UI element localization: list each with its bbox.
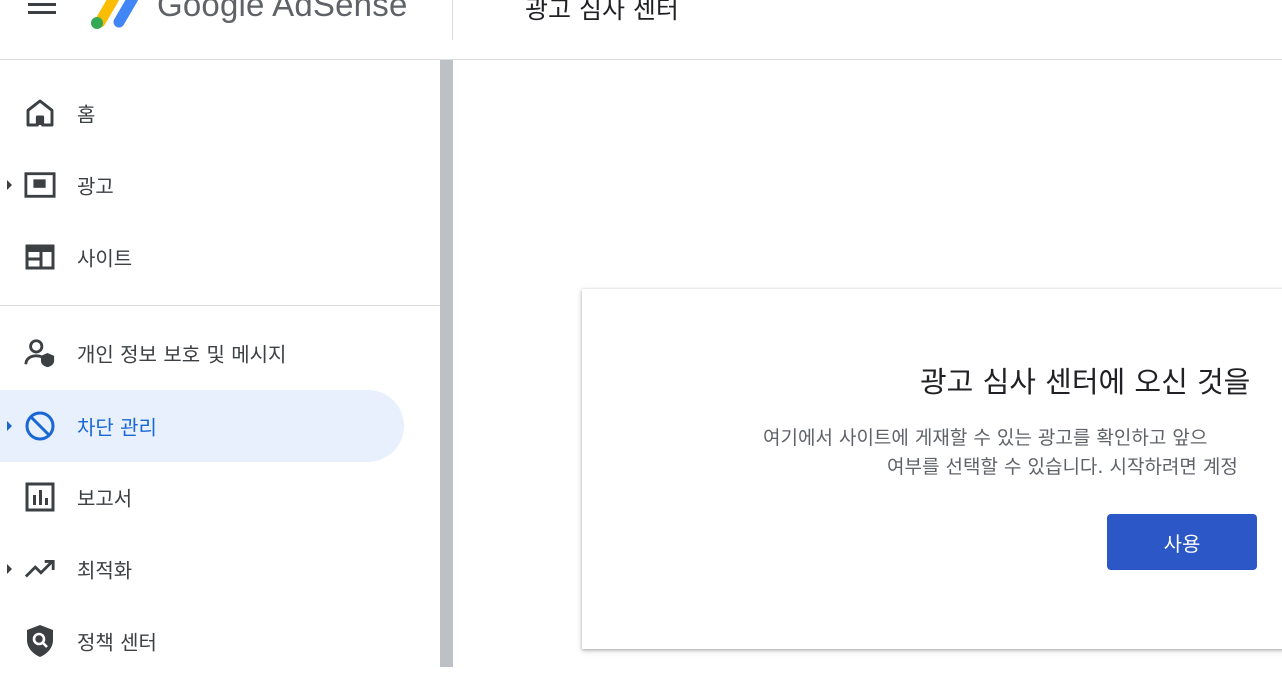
sites-icon — [24, 241, 56, 273]
sidebar-item-optimization[interactable]: 최적화 — [0, 533, 404, 605]
sidebar-divider — [0, 305, 440, 306]
product-name: Google AdSense — [157, 0, 408, 23]
sidebar-item-sites[interactable]: 사이트 — [0, 221, 404, 293]
sidebar-item-label: 사이트 — [77, 246, 133, 271]
sidebar-item-label: 홈 — [77, 102, 96, 127]
sidebar-item-home[interactable]: 홈 — [0, 77, 404, 149]
page-title: 광고 심사 센터 — [525, 0, 679, 24]
main-menu-button[interactable] — [20, 0, 64, 26]
ads-icon — [24, 169, 56, 201]
block-icon — [24, 410, 56, 442]
trending-up-icon — [24, 553, 56, 585]
sidebar-nav: 홈 광고 사이트 개인 정보 보호 및 메시지 차단 관리 보고서 최적화 정책… — [0, 60, 440, 667]
expand-caret-icon[interactable] — [7, 564, 12, 574]
sidebar-item-label: 개인 정보 보호 및 메시지 — [77, 342, 287, 367]
reports-icon — [24, 481, 56, 513]
top-app-bar: Google AdSense 광고 심사 센터 — [0, 0, 1282, 60]
sidebar-item-privacy-messaging[interactable]: 개인 정보 보호 및 메시지 — [0, 317, 404, 389]
policy-shield-icon — [24, 625, 56, 657]
adsense-logo-icon — [91, 0, 139, 29]
sidebar-item-reports[interactable]: 보고서 — [0, 461, 404, 533]
sidebar-item-label: 최적화 — [77, 558, 133, 583]
welcome-card: 광고 심사 센터에 오신 것을 여기에서 사이트에 게재할 수 있는 광고를 확… — [582, 289, 1282, 649]
sidebar-item-label: 정책 센터 — [77, 630, 157, 655]
header-divider — [452, 0, 453, 40]
sidebar-scrollbar[interactable] — [440, 60, 453, 667]
sidebar-item-label: 보고서 — [77, 486, 133, 511]
welcome-title: 광고 심사 센터에 오신 것을 — [920, 365, 1251, 399]
sidebar-item-blocking-controls[interactable]: 차단 관리 — [0, 390, 404, 462]
sidebar-item-label: 차단 관리 — [77, 415, 157, 440]
privacy-messaging-icon — [24, 337, 56, 369]
expand-caret-icon[interactable] — [7, 180, 12, 190]
sidebar-item-label: 광고 — [77, 174, 114, 199]
hamburger-menu-icon — [28, 3, 56, 14]
use-button[interactable]: 사용 — [1107, 514, 1257, 570]
home-icon — [24, 97, 56, 129]
sidebar-item-policy-center[interactable]: 정책 센터 — [0, 605, 404, 677]
sidebar-item-ads[interactable]: 광고 — [0, 149, 404, 221]
welcome-description-line: 여부를 선택할 수 있습니다. 시작하려면 계정 — [887, 456, 1238, 478]
expand-caret-icon[interactable] — [7, 421, 12, 431]
main-content: 광고 심사 센터에 오신 것을 여기에서 사이트에 게재할 수 있는 광고를 확… — [453, 60, 1282, 667]
welcome-description-line: 여기에서 사이트에 게재할 수 있는 광고를 확인하고 앞으 — [763, 427, 1208, 449]
